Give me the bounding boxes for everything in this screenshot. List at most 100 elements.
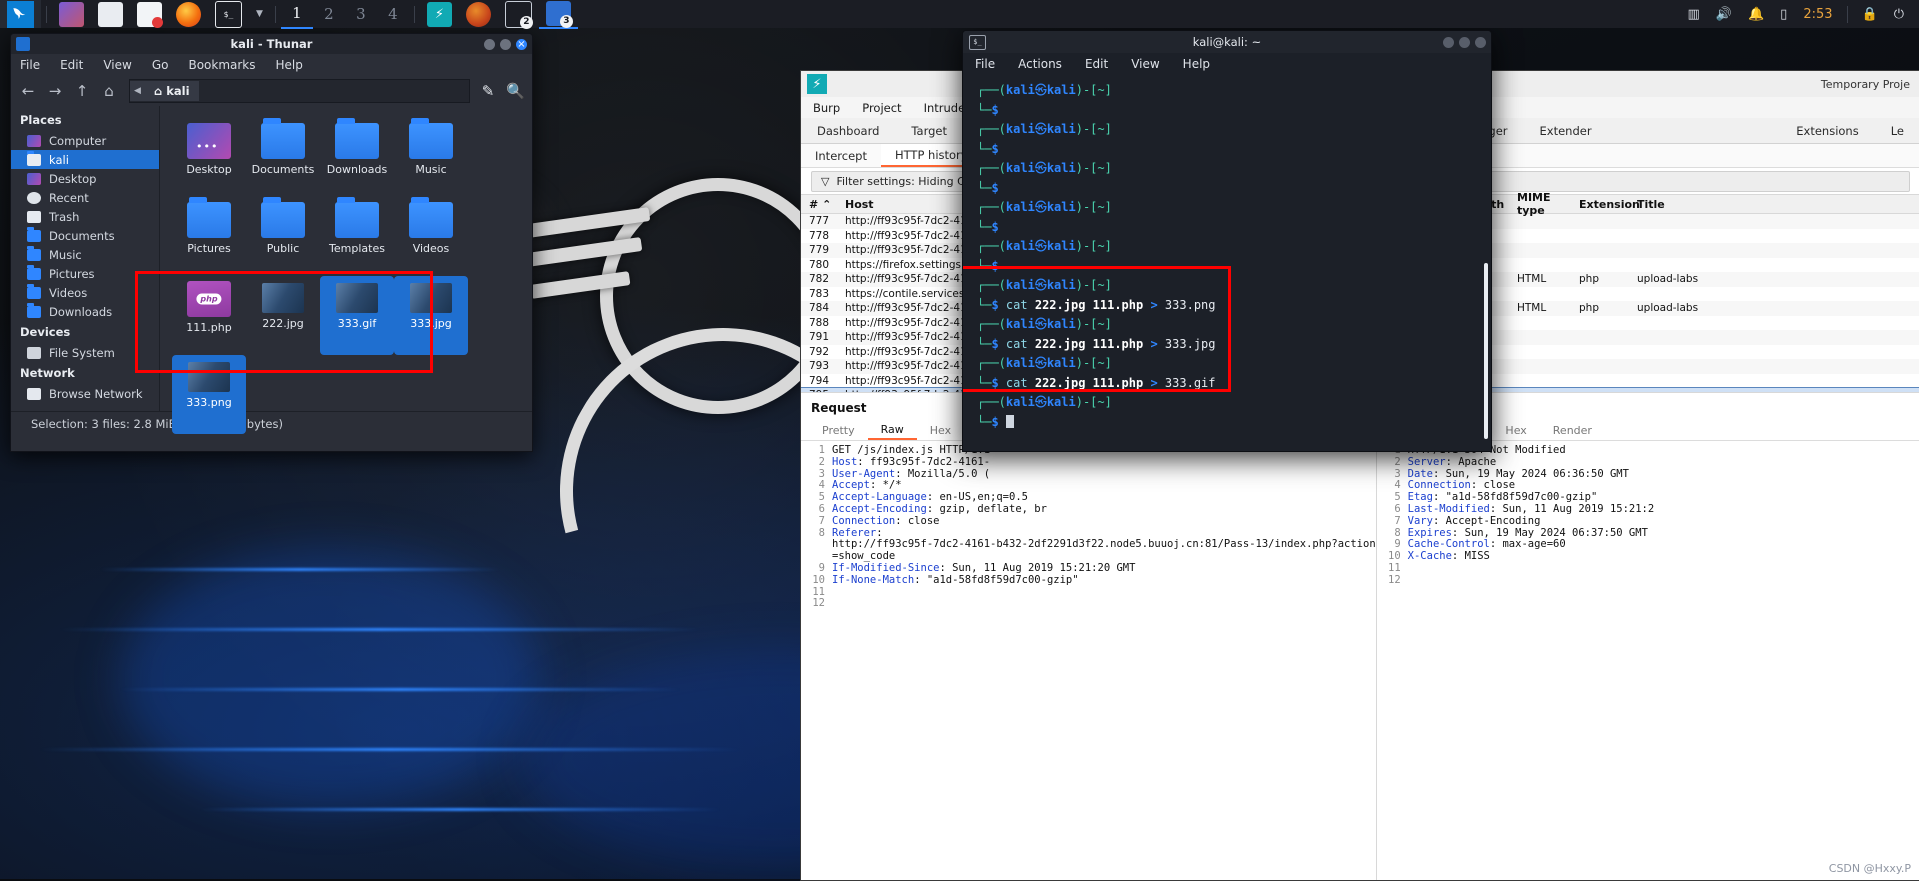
menu-go[interactable]: Go (152, 58, 169, 72)
taskbar-firefox[interactable] (459, 0, 498, 28)
power-icon[interactable]: ⏻ (1887, 0, 1911, 28)
taskbar-terminal[interactable]: 2 (498, 0, 539, 29)
thunar-titlebar[interactable]: kali - Thunar (11, 34, 532, 54)
forward-arrow-icon[interactable]: → (46, 82, 64, 100)
bell-icon[interactable]: 🔔 (1741, 0, 1771, 28)
terminal-command-line[interactable]: └─$ (977, 413, 1491, 433)
minimize-button[interactable] (484, 38, 495, 50)
file-item[interactable]: Templates (320, 197, 394, 276)
terminal-command-line[interactable]: └─$ (977, 257, 1491, 277)
request-tab-pretty[interactable]: Pretty (809, 420, 868, 440)
burp-menu-project[interactable]: Project (862, 101, 901, 115)
terminal-command-line[interactable]: └─$ (977, 179, 1491, 199)
thunar-window[interactable]: kali - Thunar File Edit View Go Bookmark… (10, 33, 533, 452)
breadcrumb-kali[interactable]: ⌂ kali (145, 81, 199, 101)
terminal-window[interactable]: $_ kali@kali: ~ File Actions Edit View H… (962, 30, 1492, 452)
tab-dashboard[interactable]: Dashboard (801, 118, 895, 143)
file-view[interactable]: ••• Desktop Documents Downloads Music Picture… (160, 106, 532, 434)
sidebar-item-documents[interactable]: Documents (11, 226, 159, 245)
menu-edit[interactable]: Edit (60, 58, 83, 72)
path-bar[interactable]: ◀ ⌂ kali (129, 79, 470, 103)
sidebar-item-trash[interactable]: Trash (11, 207, 159, 226)
launcher-file-manager[interactable] (91, 0, 130, 28)
sidebar-item-pictures[interactable]: Pictures (11, 264, 159, 283)
workspace-1[interactable]: 1 (280, 0, 313, 29)
clock[interactable]: 2:53 (1796, 7, 1839, 22)
file-item[interactable]: Downloads (320, 118, 394, 197)
pencil-icon[interactable]: ✎ (479, 82, 497, 100)
menu-bookmarks[interactable]: Bookmarks (188, 58, 255, 72)
terminal-menu-view[interactable]: View (1131, 57, 1159, 71)
terminal-command-line[interactable]: └─$ cat 222.jpg 111.php > 333.png (977, 296, 1491, 316)
workspace-3[interactable]: 3 (345, 0, 377, 28)
sidebar-item-videos[interactable]: Videos (11, 283, 159, 302)
places-list[interactable]: Computer kali Desktop Recent Trash Documents M… (11, 131, 159, 321)
close-button[interactable] (516, 38, 527, 50)
menu-view[interactable]: View (103, 58, 131, 72)
workspace-4[interactable]: 4 (377, 0, 409, 28)
terminal-scrollbar[interactable] (1484, 263, 1488, 439)
terminal-command-line[interactable]: └─$ cat 222.jpg 111.php > 333.gif (977, 374, 1491, 394)
terminal-minimize-button[interactable] (1443, 36, 1454, 48)
sidebar-item-recent[interactable]: Recent (11, 188, 159, 207)
response-tab-hex[interactable]: Hex (1492, 420, 1539, 440)
launcher-text-editor[interactable] (130, 0, 169, 28)
request-tab-raw[interactable]: Raw (867, 420, 917, 440)
terminal-close-button[interactable] (1475, 36, 1486, 48)
response-tab-render[interactable]: Render (1540, 420, 1605, 440)
terminal-output[interactable]: ┌──(kali㉿kali)-[~] └─$ ┌──(kali㉿kali)-[~]… (963, 75, 1491, 432)
burp-menu-burp[interactable]: Burp (813, 101, 840, 115)
tab-learn[interactable]: Le (1875, 118, 1919, 143)
menu-file[interactable]: File (20, 58, 40, 72)
launcher-firefox[interactable] (169, 0, 208, 28)
battery-icon[interactable]: ▯ (1773, 0, 1794, 28)
file-item[interactable]: php 111.php (172, 276, 246, 355)
volume-icon[interactable]: 🔊 (1709, 0, 1739, 28)
network-icon[interactable]: ▥ (1680, 0, 1706, 28)
taskbar-thunar[interactable]: 3 (538, 0, 578, 29)
terminal-command-line[interactable]: └─$ (977, 140, 1491, 160)
tab-extender[interactable]: Extender (1524, 118, 1608, 143)
file-item[interactable]: Documents (246, 118, 320, 197)
file-item[interactable]: 222.jpg (246, 276, 320, 355)
file-item[interactable]: Pictures (172, 197, 246, 276)
kali-menu-button[interactable] (0, 0, 41, 28)
launcher-dropdown[interactable]: ▼ (249, 0, 270, 28)
terminal-titlebar[interactable]: $_ kali@kali: ~ (963, 31, 1491, 53)
terminal-command-line[interactable]: └─$ (977, 218, 1491, 238)
breadcrumb-scroll-left[interactable]: ◀ (130, 81, 145, 101)
taskbar-burpsuite[interactable]: ⚡ (420, 0, 459, 28)
file-item[interactable]: Public (246, 197, 320, 276)
file-grid[interactable]: ••• Desktop Documents Downloads Music Picture… (172, 118, 532, 434)
request-tab-hex[interactable]: Hex (917, 420, 964, 440)
sidebar-item-music[interactable]: Music (11, 245, 159, 264)
column-extension[interactable]: Extension (1571, 198, 1640, 211)
home-icon[interactable]: ⌂ (100, 82, 118, 100)
terminal-menu-edit[interactable]: Edit (1085, 57, 1108, 71)
column-mime[interactable]: MIME type (1509, 191, 1571, 217)
sidebar-item-file-system[interactable]: File System (11, 343, 159, 362)
file-item[interactable]: Music (394, 118, 468, 197)
workspace-2[interactable]: 2 (313, 0, 345, 28)
tab-extensions[interactable]: Extensions (1780, 118, 1874, 143)
terminal-maximize-button[interactable] (1459, 36, 1470, 48)
up-arrow-icon[interactable]: ↑ (73, 82, 91, 100)
terminal-menu-actions[interactable]: Actions (1018, 57, 1062, 71)
response-body[interactable]: 1HTTP/1.1 304 Not Modified2Server: Apach… (1376, 441, 1919, 880)
search-icon[interactable]: 🔍 (506, 82, 525, 100)
file-item[interactable]: ••• Desktop (172, 118, 246, 197)
terminal-command-line[interactable]: └─$ cat 222.jpg 111.php > 333.jpg (977, 335, 1491, 355)
file-item[interactable]: 333.gif (320, 276, 394, 355)
file-item[interactable]: 333.jpg (394, 276, 468, 355)
terminal-menu-help[interactable]: Help (1183, 57, 1210, 71)
launcher-terminal[interactable]: $_ (208, 0, 249, 28)
sidebar-item-desktop[interactable]: Desktop (11, 169, 159, 188)
tab-target[interactable]: Target (895, 118, 963, 143)
sidebar-item-browse-network[interactable]: Browse Network (11, 384, 159, 403)
sidebar-item-computer[interactable]: Computer (11, 131, 159, 150)
lock-icon[interactable]: 🔒 (1855, 0, 1885, 28)
maximize-button[interactable] (500, 38, 511, 50)
file-item[interactable]: Videos (394, 197, 468, 276)
column-num[interactable]: # ⌃ (801, 198, 837, 211)
sidebar-item-kali[interactable]: kali (11, 150, 159, 169)
